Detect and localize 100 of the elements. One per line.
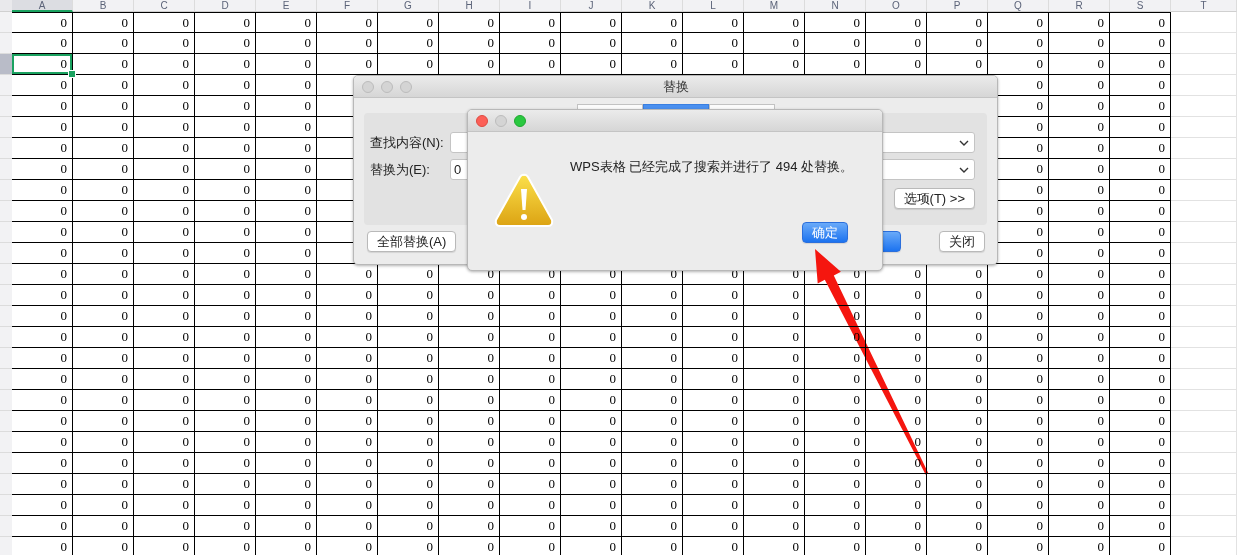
table-cell[interactable]: 0 <box>256 432 317 453</box>
table-cell[interactable]: 0 <box>134 54 195 75</box>
table-cell[interactable]: 0 <box>1049 432 1110 453</box>
table-cell[interactable]: 0 <box>561 348 622 369</box>
table-cell[interactable]: 0 <box>927 285 988 306</box>
table-cell[interactable]: 0 <box>561 495 622 516</box>
table-cell[interactable]: 0 <box>73 75 134 96</box>
column-header[interactable]: J <box>561 0 622 12</box>
table-cell[interactable]: 0 <box>988 411 1049 432</box>
table-cell[interactable]: 0 <box>317 495 378 516</box>
table-cell[interactable]: 0 <box>195 33 256 54</box>
empty-cell[interactable] <box>1171 33 1237 54</box>
table-cell[interactable]: 0 <box>1110 306 1171 327</box>
table-cell[interactable]: 0 <box>744 432 805 453</box>
table-cell[interactable]: 0 <box>134 453 195 474</box>
table-cell[interactable]: 0 <box>622 12 683 33</box>
empty-cell[interactable] <box>1171 12 1237 33</box>
table-cell[interactable]: 0 <box>805 33 866 54</box>
table-cell[interactable]: 0 <box>378 390 439 411</box>
table-cell[interactable]: 0 <box>12 54 73 75</box>
table-cell[interactable]: 0 <box>1110 264 1171 285</box>
table-cell[interactable]: 0 <box>195 159 256 180</box>
table-cell[interactable]: 0 <box>1110 369 1171 390</box>
table-cell[interactable]: 0 <box>195 306 256 327</box>
table-cell[interactable]: 0 <box>683 348 744 369</box>
table-cell[interactable]: 0 <box>1110 12 1171 33</box>
table-cell[interactable]: 0 <box>1049 159 1110 180</box>
table-cell[interactable]: 0 <box>744 306 805 327</box>
table-cell[interactable]: 0 <box>12 411 73 432</box>
row-header[interactable] <box>0 75 12 96</box>
table-cell[interactable]: 0 <box>500 411 561 432</box>
table-cell[interactable]: 0 <box>927 348 988 369</box>
table-cell[interactable]: 0 <box>988 327 1049 348</box>
table-cell[interactable]: 0 <box>1110 222 1171 243</box>
table-cell[interactable]: 0 <box>73 201 134 222</box>
table-cell[interactable]: 0 <box>805 537 866 555</box>
column-header[interactable]: T <box>1171 0 1237 12</box>
empty-cell[interactable] <box>1171 138 1237 159</box>
table-cell[interactable]: 0 <box>561 516 622 537</box>
table-cell[interactable]: 0 <box>439 453 500 474</box>
table-cell[interactable]: 0 <box>622 474 683 495</box>
table-cell[interactable]: 0 <box>927 33 988 54</box>
table-cell[interactable]: 0 <box>927 411 988 432</box>
table-cell[interactable]: 0 <box>195 327 256 348</box>
table-cell[interactable]: 0 <box>1049 222 1110 243</box>
table-cell[interactable]: 0 <box>561 474 622 495</box>
table-cell[interactable]: 0 <box>73 390 134 411</box>
column-header[interactable]: I <box>500 0 561 12</box>
zoom-button[interactable] <box>514 114 526 127</box>
row-header[interactable] <box>0 285 12 306</box>
table-cell[interactable]: 0 <box>1049 495 1110 516</box>
table-cell[interactable]: 0 <box>866 285 927 306</box>
table-cell[interactable]: 0 <box>744 12 805 33</box>
table-cell[interactable]: 0 <box>622 33 683 54</box>
table-cell[interactable]: 0 <box>988 33 1049 54</box>
table-cell[interactable]: 0 <box>195 411 256 432</box>
table-cell[interactable]: 0 <box>134 222 195 243</box>
table-cell[interactable]: 0 <box>1049 54 1110 75</box>
table-cell[interactable]: 0 <box>134 180 195 201</box>
table-cell[interactable]: 0 <box>1110 327 1171 348</box>
close-dialog-button[interactable]: 关闭 <box>939 231 985 252</box>
table-cell[interactable]: 0 <box>500 327 561 348</box>
table-cell[interactable]: 0 <box>561 285 622 306</box>
table-cell[interactable]: 0 <box>805 453 866 474</box>
table-cell[interactable]: 0 <box>317 12 378 33</box>
table-cell[interactable]: 0 <box>134 516 195 537</box>
table-cell[interactable]: 0 <box>500 369 561 390</box>
table-cell[interactable]: 0 <box>73 285 134 306</box>
table-cell[interactable]: 0 <box>500 432 561 453</box>
table-cell[interactable]: 0 <box>500 306 561 327</box>
table-cell[interactable]: 0 <box>134 432 195 453</box>
table-cell[interactable]: 0 <box>12 33 73 54</box>
table-cell[interactable]: 0 <box>378 369 439 390</box>
table-cell[interactable]: 0 <box>439 474 500 495</box>
table-cell[interactable]: 0 <box>195 75 256 96</box>
table-cell[interactable]: 0 <box>439 537 500 555</box>
table-cell[interactable]: 0 <box>1049 201 1110 222</box>
table-cell[interactable]: 0 <box>927 516 988 537</box>
table-cell[interactable]: 0 <box>134 348 195 369</box>
empty-cell[interactable] <box>1171 201 1237 222</box>
table-cell[interactable]: 0 <box>439 411 500 432</box>
table-cell[interactable]: 0 <box>12 474 73 495</box>
table-cell[interactable]: 0 <box>378 306 439 327</box>
table-cell[interactable]: 0 <box>12 516 73 537</box>
table-cell[interactable]: 0 <box>195 537 256 555</box>
table-cell[interactable]: 0 <box>73 159 134 180</box>
table-cell[interactable]: 0 <box>134 33 195 54</box>
table-cell[interactable]: 0 <box>317 432 378 453</box>
table-cell[interactable]: 0 <box>1049 12 1110 33</box>
table-cell[interactable]: 0 <box>1049 180 1110 201</box>
table-cell[interactable]: 0 <box>317 369 378 390</box>
table-cell[interactable]: 0 <box>12 138 73 159</box>
table-cell[interactable]: 0 <box>744 348 805 369</box>
table-cell[interactable]: 0 <box>134 264 195 285</box>
empty-cell[interactable] <box>1171 474 1237 495</box>
table-cell[interactable]: 0 <box>73 537 134 555</box>
table-cell[interactable]: 0 <box>12 453 73 474</box>
table-cell[interactable]: 0 <box>683 285 744 306</box>
table-cell[interactable]: 0 <box>73 453 134 474</box>
table-cell[interactable]: 0 <box>73 180 134 201</box>
